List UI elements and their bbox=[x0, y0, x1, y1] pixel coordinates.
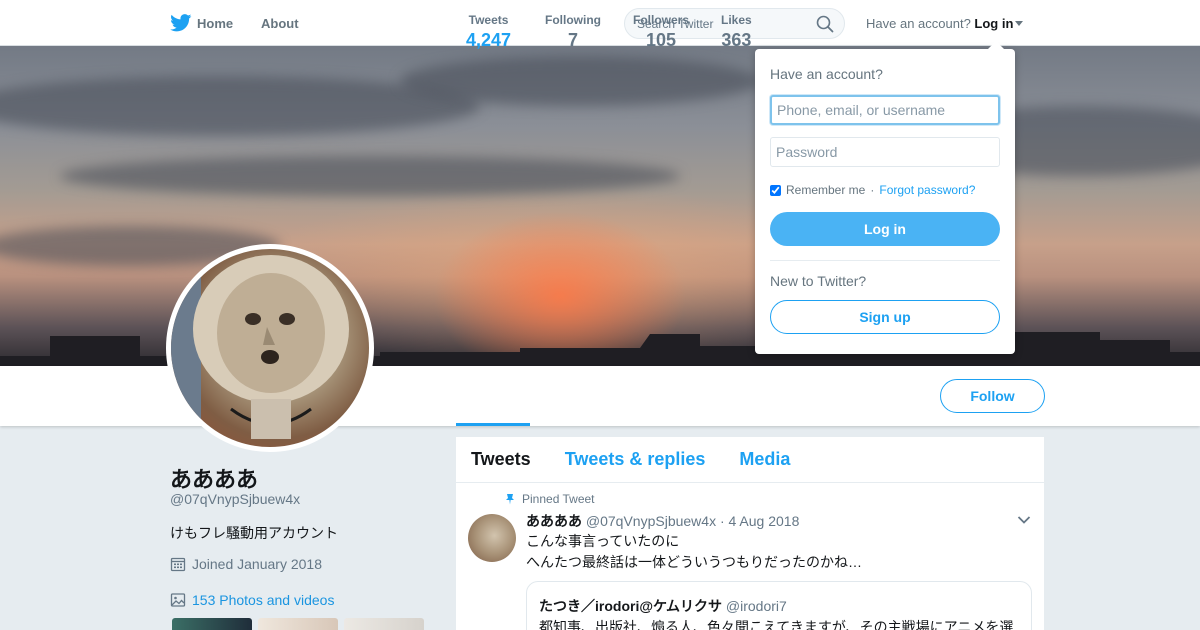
photo-icon bbox=[170, 593, 186, 607]
tweet-text-line: へんたつ最終話は一体どういうつもりだったのかね… bbox=[526, 554, 862, 570]
login-link[interactable]: Log in bbox=[974, 16, 1013, 31]
nav-home[interactable]: Home bbox=[197, 16, 233, 31]
banner-cloud bbox=[400, 56, 760, 106]
caret-down-icon[interactable] bbox=[1015, 21, 1024, 26]
new-to-twitter-text: New to Twitter? bbox=[770, 273, 867, 289]
profile-joined: Joined January 2018 bbox=[170, 556, 322, 572]
stat-tweets[interactable]: Tweets 4,247 bbox=[466, 13, 511, 51]
forgot-password-link[interactable]: Forgot password? bbox=[879, 183, 975, 197]
stat-value: 7 bbox=[567, 30, 578, 50]
tab-tweets-replies[interactable]: Tweets & replies bbox=[565, 449, 706, 470]
profile-name: ああああ bbox=[170, 467, 259, 492]
calendar-icon bbox=[170, 557, 186, 572]
tweet-author-name[interactable]: ああああ bbox=[526, 513, 582, 529]
follow-button[interactable]: Follow bbox=[940, 379, 1045, 413]
stat-value: 105 bbox=[645, 30, 677, 50]
photos-link[interactable]: 153 Photos and videos bbox=[170, 592, 334, 608]
stat-label: Followers bbox=[633, 13, 690, 27]
username-input[interactable] bbox=[770, 95, 1000, 125]
photo-thumbnails bbox=[172, 618, 424, 630]
quoted-tweet[interactable]: たつき／irodori@ケムリクサ @irodori7 都知事、出版社、煽る人、… bbox=[526, 581, 1032, 630]
password-input[interactable] bbox=[770, 137, 1000, 167]
tab-tweets[interactable]: Tweets bbox=[471, 449, 531, 470]
active-stat-underline bbox=[456, 423, 530, 426]
stat-value: 363 bbox=[721, 30, 752, 50]
photo-thumbnail[interactable] bbox=[172, 618, 252, 630]
quoted-tweet-text: 都知事、出版社、煽る人、色々聞こえてきますが、その主戦場にアニメを選 bbox=[539, 619, 1014, 630]
quoted-author-name: たつき／irodori@ケムリクサ bbox=[539, 598, 723, 614]
stat-label: Following bbox=[545, 13, 601, 27]
chevron-down-icon[interactable] bbox=[1017, 515, 1031, 525]
profile-handle[interactable]: @07qVnypSjbuew4x bbox=[170, 491, 300, 507]
remember-row: Remember me · Forgot password? bbox=[770, 183, 975, 197]
search-icon[interactable] bbox=[816, 15, 834, 33]
avatar-image bbox=[171, 249, 369, 447]
signup-button[interactable]: Sign up bbox=[770, 300, 1000, 334]
pinned-label: Pinned Tweet bbox=[504, 492, 595, 506]
banner-cloud bbox=[60, 156, 680, 196]
pinned-text: Pinned Tweet bbox=[522, 492, 595, 506]
stat-likes[interactable]: Likes 363 bbox=[721, 13, 752, 51]
avatar-face-icon bbox=[171, 249, 349, 447]
tweet-header: ああああ @07qVnypSjbuew4x · 4 Aug 2018 bbox=[526, 511, 799, 531]
profile-bio: けもフレ騒動用アカウント bbox=[170, 525, 338, 541]
joined-text: Joined January 2018 bbox=[192, 556, 322, 572]
quoted-tweet-header: たつき／irodori@ケムリクサ @irodori7 bbox=[539, 596, 787, 616]
remember-checkbox[interactable] bbox=[770, 184, 781, 196]
twitter-bird-icon[interactable] bbox=[170, 14, 192, 32]
account-prompt: Have an account? bbox=[866, 16, 971, 31]
remember-label[interactable]: Remember me bbox=[786, 183, 865, 197]
dropdown-title: Have an account? bbox=[770, 66, 883, 82]
photo-thumbnail[interactable] bbox=[344, 618, 424, 630]
login-dropdown: Have an account? Remember me · Forgot pa… bbox=[755, 41, 1015, 354]
stat-label: Likes bbox=[721, 13, 752, 27]
quoted-author-handle: @irodori7 bbox=[725, 598, 787, 614]
stat-following[interactable]: Following 7 bbox=[545, 13, 601, 51]
stat-label: Tweets bbox=[468, 13, 509, 27]
profile-avatar[interactable] bbox=[166, 244, 374, 452]
tweet-avatar[interactable] bbox=[468, 514, 516, 562]
divider bbox=[770, 260, 1000, 261]
account-menu[interactable]: Have an account? Log in bbox=[866, 16, 1024, 31]
timeline-tabs: Tweets Tweets & replies Media bbox=[456, 437, 1044, 483]
stat-followers[interactable]: Followers 105 bbox=[633, 13, 689, 51]
timeline: Tweets Tweets & replies Media Pinned Twe… bbox=[456, 437, 1044, 630]
photo-thumbnail[interactable] bbox=[258, 618, 338, 630]
tweet-text-line: こんな事言っていたのに bbox=[526, 533, 680, 549]
tab-media[interactable]: Media bbox=[739, 449, 790, 470]
tweet-meta[interactable]: @07qVnypSjbuew4x · 4 Aug 2018 bbox=[586, 513, 799, 529]
stat-value: 4,247 bbox=[466, 30, 512, 50]
photos-text[interactable]: 153 Photos and videos bbox=[192, 592, 334, 608]
nav-about[interactable]: About bbox=[261, 16, 299, 31]
login-button[interactable]: Log in bbox=[770, 212, 1000, 246]
separator-dot: · bbox=[870, 183, 875, 197]
pin-icon bbox=[506, 494, 514, 505]
